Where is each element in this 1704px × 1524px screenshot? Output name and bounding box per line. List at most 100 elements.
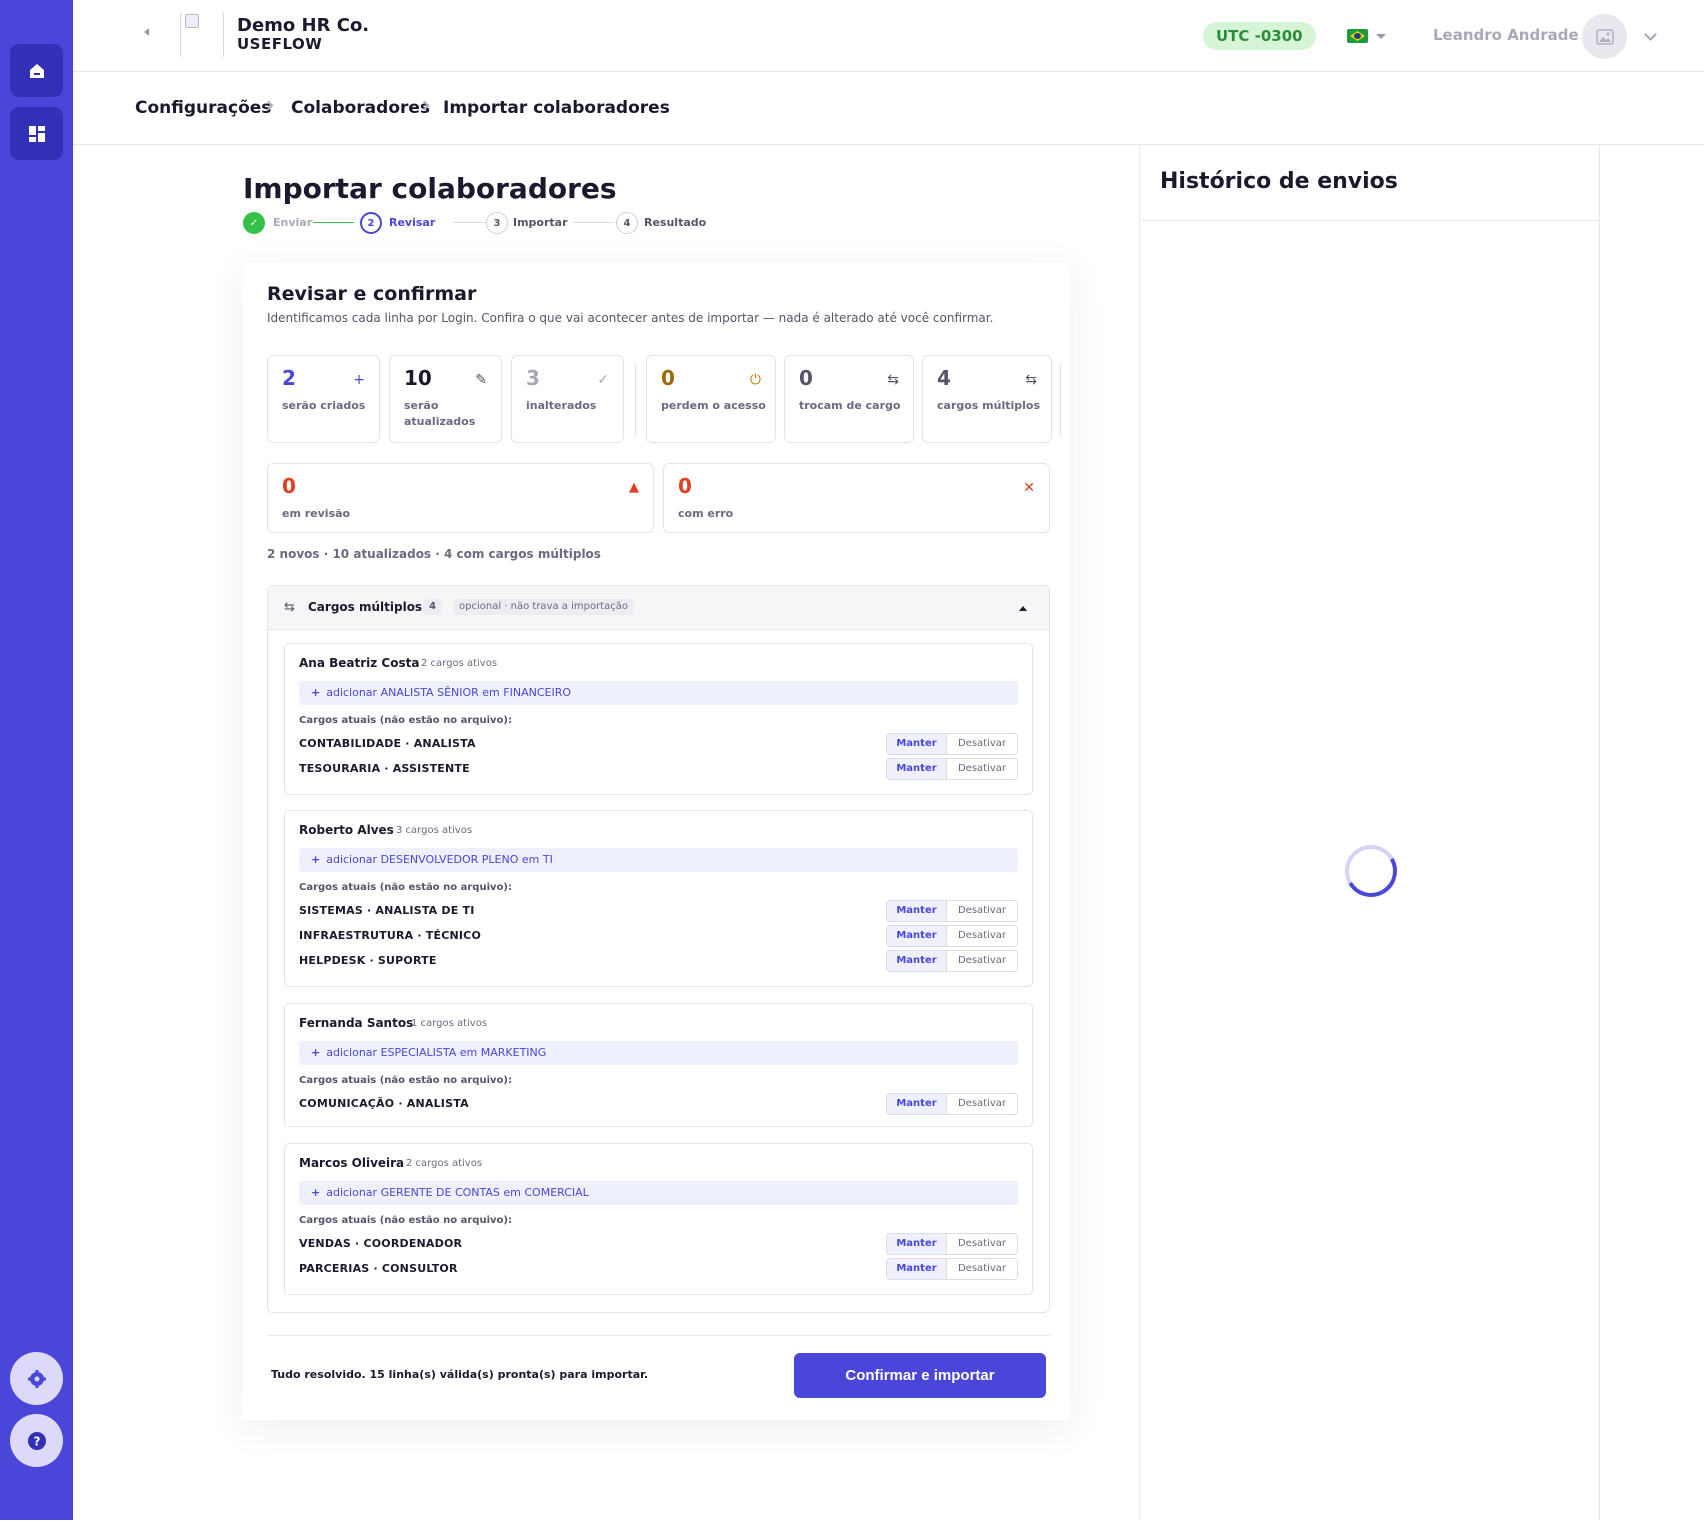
add-role-row: + adicionar GERENTE DE CONTAS em COMERCIA… [299, 1181, 1018, 1205]
settings-button[interactable] [10, 1352, 63, 1405]
company-subtitle: USEFLOW [237, 35, 323, 53]
keep-button[interactable]: Manter [887, 1259, 947, 1279]
plus-icon: + [353, 372, 365, 388]
role-name: HELPDESK · SUPORTE [299, 954, 437, 967]
swap-icon: ⇆ [1025, 372, 1037, 388]
deactivate-button[interactable]: Desativar [947, 759, 1017, 779]
stat-label: em revisão [282, 507, 351, 520]
stat-label: serão criados [282, 399, 366, 412]
help-icon: ? [27, 1431, 46, 1450]
stat-label: perdem o acesso [661, 399, 766, 412]
plus-icon: + [311, 1186, 321, 1199]
role-row: SISTEMAS · ANALISTA DE TI Manter Desativ… [299, 900, 1018, 922]
swap-icon: ⇆ [887, 372, 899, 388]
current-roles-label: Cargos atuais (não estão no arquivo): [299, 882, 512, 893]
role-row: HELPDESK · SUPORTE Manter Desativar [299, 950, 1018, 972]
step-done-check-icon: ✓ [243, 212, 265, 234]
step-connector [313, 222, 354, 223]
breadcrumb-configuracoes[interactable]: Configurações [135, 98, 271, 118]
deactivate-button[interactable]: Desativar [947, 901, 1017, 921]
user-name[interactable]: Leandro Andrade [1433, 26, 1579, 44]
stat-divider [1060, 363, 1061, 437]
stat-label: cargos múltiplos [937, 399, 1041, 412]
keep-button[interactable]: Manter [887, 1234, 947, 1254]
collapse-caret-icon[interactable] [144, 28, 149, 36]
keep-deactivate-toggle: Manter Desativar [886, 925, 1018, 947]
check-icon: ✓ [597, 372, 609, 388]
plus-icon: + [311, 853, 321, 866]
company-logo [180, 11, 224, 59]
add-role-text: adicionar ANALISTA SÊNIOR em FINANCEIRO [326, 686, 571, 699]
person-name: Ana Beatriz Costa [299, 656, 420, 670]
help-button[interactable]: ? [10, 1414, 63, 1467]
step-number-2: 2 [360, 212, 382, 234]
keep-button[interactable]: Manter [887, 951, 947, 971]
stat-card-change-role: 0 ⇆ trocam de cargo [784, 355, 914, 443]
keep-button[interactable]: Manter [887, 1094, 947, 1114]
home-button[interactable] [10, 44, 63, 97]
language-dropdown-caret-icon[interactable] [1376, 34, 1386, 39]
keep-button[interactable]: Manter [887, 734, 947, 754]
deactivate-button[interactable]: Desativar [947, 951, 1017, 971]
deactivate-button[interactable]: Desativar [947, 1234, 1017, 1254]
keep-deactivate-toggle: Manter Desativar [886, 900, 1018, 922]
role-count: 2 cargos ativos [421, 658, 498, 669]
history-panel: Histórico de envios [1139, 145, 1600, 1520]
keep-button[interactable]: Manter [887, 759, 947, 779]
image-placeholder-icon [1595, 28, 1614, 45]
keep-deactivate-toggle: Manter Desativar [886, 1258, 1018, 1280]
role-name: PARCERIAS · CONSULTOR [299, 1262, 458, 1275]
deactivate-button[interactable]: Desativar [947, 1094, 1017, 1114]
dashboard-button[interactable] [10, 107, 63, 160]
role-name: COMUNICAÇÃO · ANALISTA [299, 1097, 469, 1110]
top-bar: Demo HR Co. USEFLOW UTC -0300 Leandro An… [73, 0, 1704, 72]
section-header[interactable]: ⇆ Cargos múltiplos 4 opcional · não trav… [268, 586, 1049, 630]
person-card: Roberto Alves 3 cargos ativos + adicionar… [284, 810, 1033, 987]
stat-value: 0 [799, 366, 813, 390]
role-row: INFRAESTRUTURA · TÉCNICO Manter Desativa… [299, 925, 1018, 947]
avatar[interactable] [1582, 14, 1627, 59]
person-card: Marcos Oliveira 2 cargos ativos + adicion… [284, 1143, 1033, 1295]
person-name: Fernanda Santos [299, 1016, 414, 1030]
plus-icon: + [311, 1046, 321, 1059]
count-badge: 4 [423, 599, 442, 615]
stat-card-multiple-roles: 4 ⇆ cargos múltiplos [922, 355, 1052, 443]
timezone-badge[interactable]: UTC -0300 [1203, 22, 1316, 50]
breadcrumb-colaboradores[interactable]: Colaboradores [291, 98, 430, 118]
stat-label: serão atualizados [404, 399, 476, 428]
person-name: Roberto Alves [299, 823, 394, 837]
stat-label: inalterados [526, 399, 597, 412]
plus-icon: + [311, 686, 321, 699]
deactivate-button[interactable]: Desativar [947, 926, 1017, 946]
deactivate-button[interactable]: Desativar [947, 1259, 1017, 1279]
stat-label: com erro [678, 507, 734, 520]
home-icon [29, 63, 44, 78]
keep-button[interactable]: Manter [887, 901, 947, 921]
swap-icon: ⇆ [284, 600, 295, 615]
chevron-up-icon[interactable] [1019, 606, 1027, 611]
optional-badge: opcional · não trava a importação [453, 599, 634, 615]
keep-button[interactable]: Manter [887, 926, 947, 946]
current-roles-label: Cargos atuais (não estão no arquivo): [299, 1215, 512, 1226]
step-connector [573, 222, 614, 223]
person-name: Marcos Oliveira [299, 1156, 405, 1170]
keep-deactivate-toggle: Manter Desativar [886, 733, 1018, 755]
role-row: COMUNICAÇÃO · ANALISTA Manter Desativar [299, 1093, 1018, 1115]
user-menu-chevron-icon[interactable] [1644, 28, 1657, 41]
history-header: Histórico de envios [1140, 145, 1599, 221]
role-row: PARCERIAS · CONSULTOR Manter Desativar [299, 1258, 1018, 1280]
confirm-import-button[interactable]: Confirmar e importar [794, 1353, 1046, 1398]
stat-divider [635, 363, 636, 437]
page-title: Importar colaboradores [243, 172, 617, 205]
history-title: Histórico de envios [1160, 169, 1398, 194]
role-name: VENDAS · COORDENADOR [299, 1237, 463, 1250]
loading-spinner-icon [1339, 839, 1403, 903]
role-row: TESOURARIA · ASSISTENTE Manter Desativar [299, 758, 1018, 780]
summary-text: 2 novos · 10 atualizados · 4 com cargos … [267, 547, 601, 561]
brazil-flag-icon[interactable] [1347, 29, 1368, 43]
current-roles-label: Cargos atuais (não estão no arquivo): [299, 715, 512, 726]
add-role-text: adicionar DESENVOLVEDOR PLENO em TI [326, 853, 553, 866]
deactivate-button[interactable]: Desativar [947, 734, 1017, 754]
review-title: Revisar e confirmar [267, 283, 477, 305]
stat-card-unchanged: 3 ✓ inalterados [511, 355, 624, 443]
